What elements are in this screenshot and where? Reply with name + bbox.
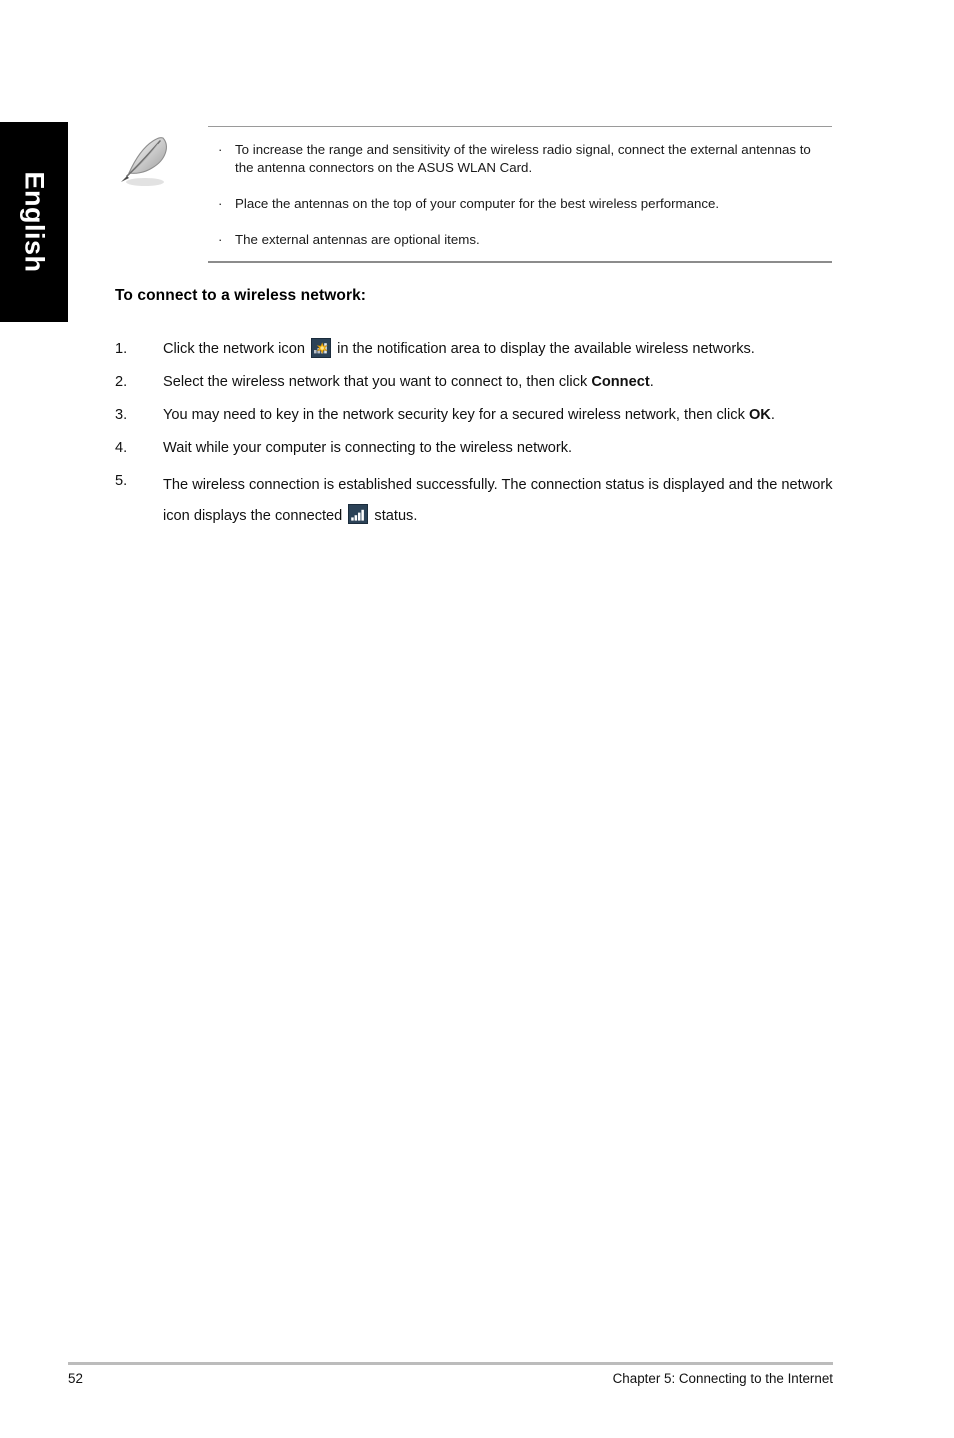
step-text-part-one: Select the wireless network that you wan… <box>163 374 588 390</box>
page-title: To connect to a wireless network: <box>115 287 367 304</box>
step-number: 2. <box>115 374 128 390</box>
step-text-part-two: . <box>770 407 775 423</box>
note-item-list: · To increase the range and sensitivity … <box>208 127 832 255</box>
wireless-connected-signal-icon <box>348 504 369 524</box>
list-item: 4. Wait while your computer is connectin… <box>115 437 833 460</box>
step-text-part-one: The wireless connection is established s… <box>163 477 833 524</box>
step-emphasis: Connect <box>591 374 650 390</box>
bullet-marker: · <box>218 196 223 211</box>
list-item: 5. The wireless connection is establishe… <box>115 470 833 532</box>
procedure-steps-list: 1. Click the network icon in the notific… <box>115 338 833 542</box>
step-number: 4. <box>115 440 128 456</box>
step-number: 5. <box>115 473 128 489</box>
step-text-part-one: Click the network icon <box>163 341 305 357</box>
language-tab: English <box>0 122 68 322</box>
note-rule-bottom <box>208 261 832 263</box>
step-text-part-one: You may need to key in the network secur… <box>163 407 745 423</box>
note-item-text: To increase the range and sensitivity of… <box>235 142 811 175</box>
note-callout: · To increase the range and sensitivity … <box>208 126 832 263</box>
language-tab-label: English <box>19 171 50 273</box>
note-item: · The external antennas are optional ite… <box>208 231 832 249</box>
list-item: 1. Click the network icon in the notific… <box>115 338 833 361</box>
bullet-marker: · <box>218 142 223 157</box>
note-item-text: Place the antennas on the top of your co… <box>235 196 720 211</box>
step-text-part-one: Wait while your computer is connecting t… <box>163 440 573 456</box>
page-number: 52 <box>68 1371 83 1386</box>
bullet-marker: · <box>218 232 223 247</box>
note-pen-icon <box>108 132 178 194</box>
footer-divider <box>68 1362 833 1365</box>
step-text-part-two: status. <box>374 508 418 524</box>
step-number: 3. <box>115 407 128 423</box>
step-text-part-two: in the notification area to display the … <box>337 341 755 357</box>
list-item: 2. Select the wireless network that you … <box>115 371 833 394</box>
note-item: · Place the antennas on the top of your … <box>208 195 832 213</box>
list-item: 3. You may need to key in the network se… <box>115 404 833 427</box>
document-page: English · To increase the range and sens… <box>0 0 954 1438</box>
footer-chapter-label: Chapter 5: Connecting to the Internet <box>612 1371 833 1386</box>
note-item-text: The external antennas are optional items… <box>235 232 480 247</box>
step-number: 1. <box>115 341 128 357</box>
step-emphasis: OK <box>748 407 771 423</box>
note-item: · To increase the range and sensitivity … <box>208 141 832 177</box>
wireless-network-available-icon <box>311 338 332 358</box>
step-text-part-two: . <box>649 374 654 390</box>
